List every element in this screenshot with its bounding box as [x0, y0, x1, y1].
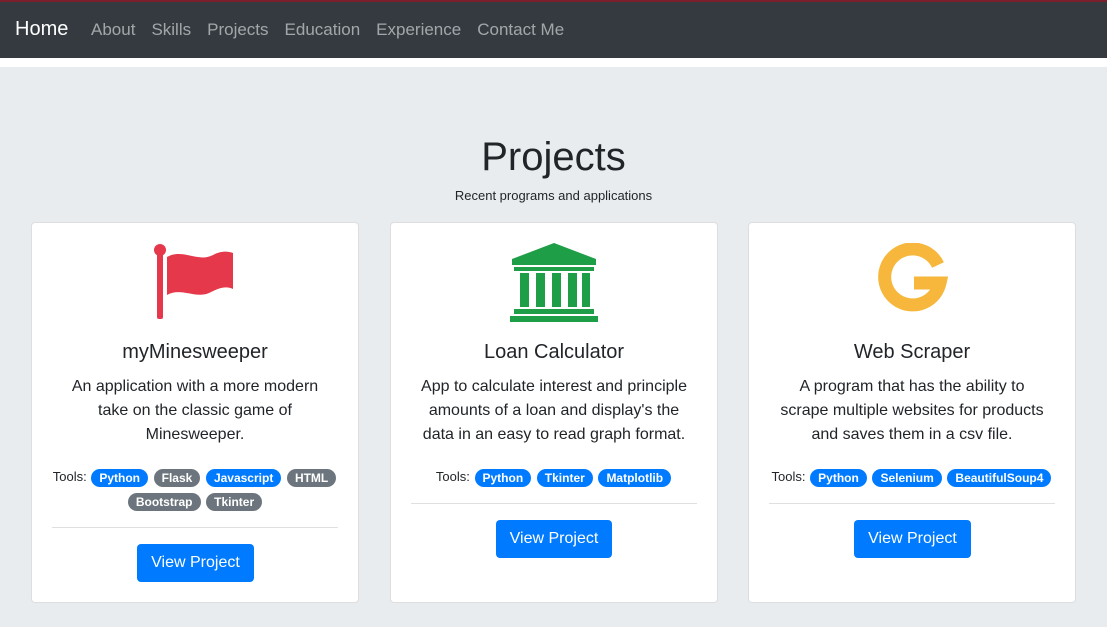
tool-badge: Matplotlib: [598, 468, 672, 487]
card-title: Loan Calculator: [483, 341, 625, 363]
projects-section: Projects Recent programs and application…: [0, 67, 1107, 627]
card-tools: Tools: Python Flask Javascript HTML Boot…: [46, 465, 344, 513]
nav-link-contact[interactable]: Contact Me: [477, 19, 564, 41]
card-title: Web Scraper: [853, 341, 971, 363]
project-card-minesweeper: myMinesweeper An application with a more…: [31, 222, 359, 603]
card-divider: [769, 503, 1055, 504]
project-card-loan-calculator: Loan Calculator App to calculate interes…: [390, 222, 718, 603]
tool-badge: BeautifulSoup4: [947, 468, 1052, 487]
card-tools: Tools: Python Tkinter Matplotlib: [405, 465, 703, 489]
project-card-web-scraper: Web Scraper A program that has the abili…: [748, 222, 1076, 603]
tools-label: Tools:: [52, 469, 87, 484]
google-icon: [749, 243, 1075, 319]
tool-badge: Bootstrap: [127, 492, 201, 511]
tools-label: Tools:: [435, 469, 470, 484]
card-title: myMinesweeper: [122, 341, 268, 363]
tool-badge: HTML: [286, 468, 337, 487]
tool-badge: Javascript: [205, 468, 282, 487]
nav-link-about[interactable]: About: [91, 19, 135, 41]
card-tools: Tools: Python Selenium BeautifulSoup4: [763, 465, 1061, 489]
tool-badge: Tkinter: [536, 468, 593, 487]
section-title: Projects: [481, 135, 626, 179]
card-description: A program that has the ability to scrape…: [780, 378, 1044, 443]
card-divider: [411, 503, 697, 504]
nav-link-education[interactable]: Education: [285, 19, 361, 41]
view-project-button[interactable]: View Project: [496, 520, 612, 558]
card-description: An application with a more modern take o…: [71, 378, 319, 443]
tools-label: Tools:: [771, 469, 806, 484]
navbar: Home About Skills Projects Education Exp…: [0, 0, 1107, 58]
nav-brand-home[interactable]: Home: [15, 17, 68, 41]
view-project-button[interactable]: View Project: [854, 520, 971, 558]
tool-badge: Flask: [153, 468, 201, 487]
card-description: App to calculate interest and principle …: [421, 378, 687, 443]
tool-badge: Tkinter: [206, 492, 263, 511]
tool-badge: Python: [810, 468, 867, 487]
nav-link-projects[interactable]: Projects: [207, 19, 268, 41]
bank-icon: [391, 243, 717, 322]
tool-badge: Selenium: [872, 468, 942, 487]
card-divider: [52, 527, 338, 528]
flag-icon: [32, 243, 358, 319]
tool-badge: Python: [474, 468, 532, 487]
nav-links: About Skills Projects Education Experien…: [91, 19, 580, 41]
view-project-button[interactable]: View Project: [137, 544, 254, 582]
tool-badge: Python: [91, 468, 148, 487]
nav-link-experience[interactable]: Experience: [376, 19, 461, 41]
section-subtitle: Recent programs and applications: [454, 188, 653, 203]
nav-link-skills[interactable]: Skills: [151, 19, 191, 41]
